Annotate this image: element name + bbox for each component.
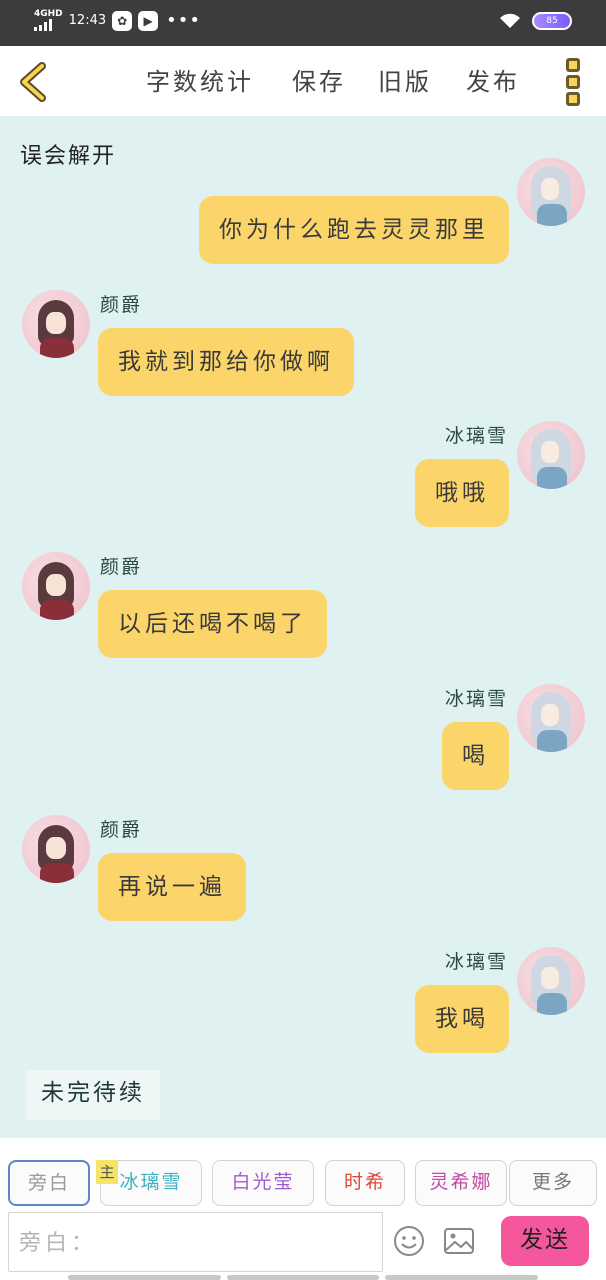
play-icon: ▶ (138, 10, 159, 31)
message-bubble[interactable]: 你为什么跑去灵灵那里 (199, 196, 509, 264)
role-label: 白光莹 (231, 1171, 295, 1193)
publish-button[interactable]: 发布 (466, 62, 520, 97)
wifi-icon (500, 13, 520, 28)
chat-area[interactable]: 误会解开 你为什么跑去灵灵那里 颜爵 我就到那给你做啊 冰璃雪 哦哦 颜爵 以后… (0, 116, 606, 1138)
message-bubble[interactable]: 哦哦 (415, 459, 509, 527)
back-chevron-icon[interactable] (14, 60, 54, 104)
avatar[interactable] (517, 158, 585, 226)
more-roles-button[interactable]: 更多 (509, 1160, 597, 1206)
sender-name: 颜爵 (100, 819, 143, 841)
editor-toolbar: 字数统计 保存 旧版 发布 (0, 46, 606, 116)
role-lingxina[interactable]: 灵希娜 (415, 1160, 507, 1206)
chapter-title: 误会解开 (20, 144, 117, 169)
role-narration[interactable]: 旁白 (8, 1160, 90, 1206)
message-bubble[interactable]: 以后还喝不喝了 (98, 590, 327, 658)
sender-name: 冰璃雪 (444, 425, 508, 447)
avatar[interactable] (517, 684, 585, 752)
role-label: 时希 (343, 1171, 386, 1193)
role-baiguang[interactable]: 白光莹 (212, 1160, 314, 1206)
word-count-button[interactable]: 字数统计 (146, 62, 254, 97)
sender-name: 颜爵 (100, 556, 143, 578)
host-badge: 主 (96, 1160, 118, 1184)
message-bubble[interactable]: 我就到那给你做啊 (98, 328, 354, 396)
compose-panel: 旁白 冰璃雪 主 白光莹 时希 灵希娜 更多 旁白： 发送 (0, 1138, 606, 1280)
pinwheel-icon: ✿ (112, 10, 133, 31)
more-notifications-icon: ••• (166, 10, 201, 31)
message-input[interactable]: 旁白： (8, 1212, 383, 1272)
sender-name: 冰璃雪 (444, 688, 508, 710)
clock: 12:43 (68, 13, 107, 28)
sender-name: 颜爵 (100, 294, 143, 316)
signal-indicator: 4GHD (34, 10, 63, 31)
input-placeholder: 旁白： (19, 1231, 98, 1256)
status-bar: 4GHD 12:43 ✿ ▶ ••• 85 (0, 0, 606, 46)
avatar[interactable] (517, 947, 585, 1015)
role-label: 旁白 (27, 1172, 70, 1194)
avatar[interactable] (22, 552, 90, 620)
old-version-button[interactable]: 旧版 (378, 62, 432, 97)
role-label: 更多 (531, 1171, 574, 1193)
avatar[interactable] (22, 290, 90, 358)
role-label: 灵希娜 (429, 1171, 493, 1193)
sender-name: 冰璃雪 (444, 951, 508, 973)
message-bubble[interactable]: 我喝 (415, 985, 509, 1053)
image-icon[interactable] (442, 1224, 476, 1258)
role-label: 冰璃雪 (119, 1171, 183, 1193)
emoji-icon[interactable] (392, 1224, 426, 1258)
battery-level: 85 (546, 16, 558, 26)
more-menu-icon[interactable] (566, 58, 582, 106)
to-be-continued-label[interactable]: 未完待续 (26, 1070, 160, 1120)
avatar[interactable] (22, 815, 90, 883)
battery-icon: 85 (532, 12, 572, 30)
network-type: 4GHD (34, 9, 63, 19)
message-bubble[interactable]: 喝 (442, 722, 509, 790)
save-button[interactable]: 保存 (292, 62, 346, 97)
message-bubble[interactable]: 再说一遍 (98, 853, 246, 921)
role-shixi[interactable]: 时希 (325, 1160, 405, 1206)
send-button[interactable]: 发送 (501, 1216, 589, 1266)
avatar[interactable] (517, 421, 585, 489)
gesture-bar (68, 1275, 539, 1280)
